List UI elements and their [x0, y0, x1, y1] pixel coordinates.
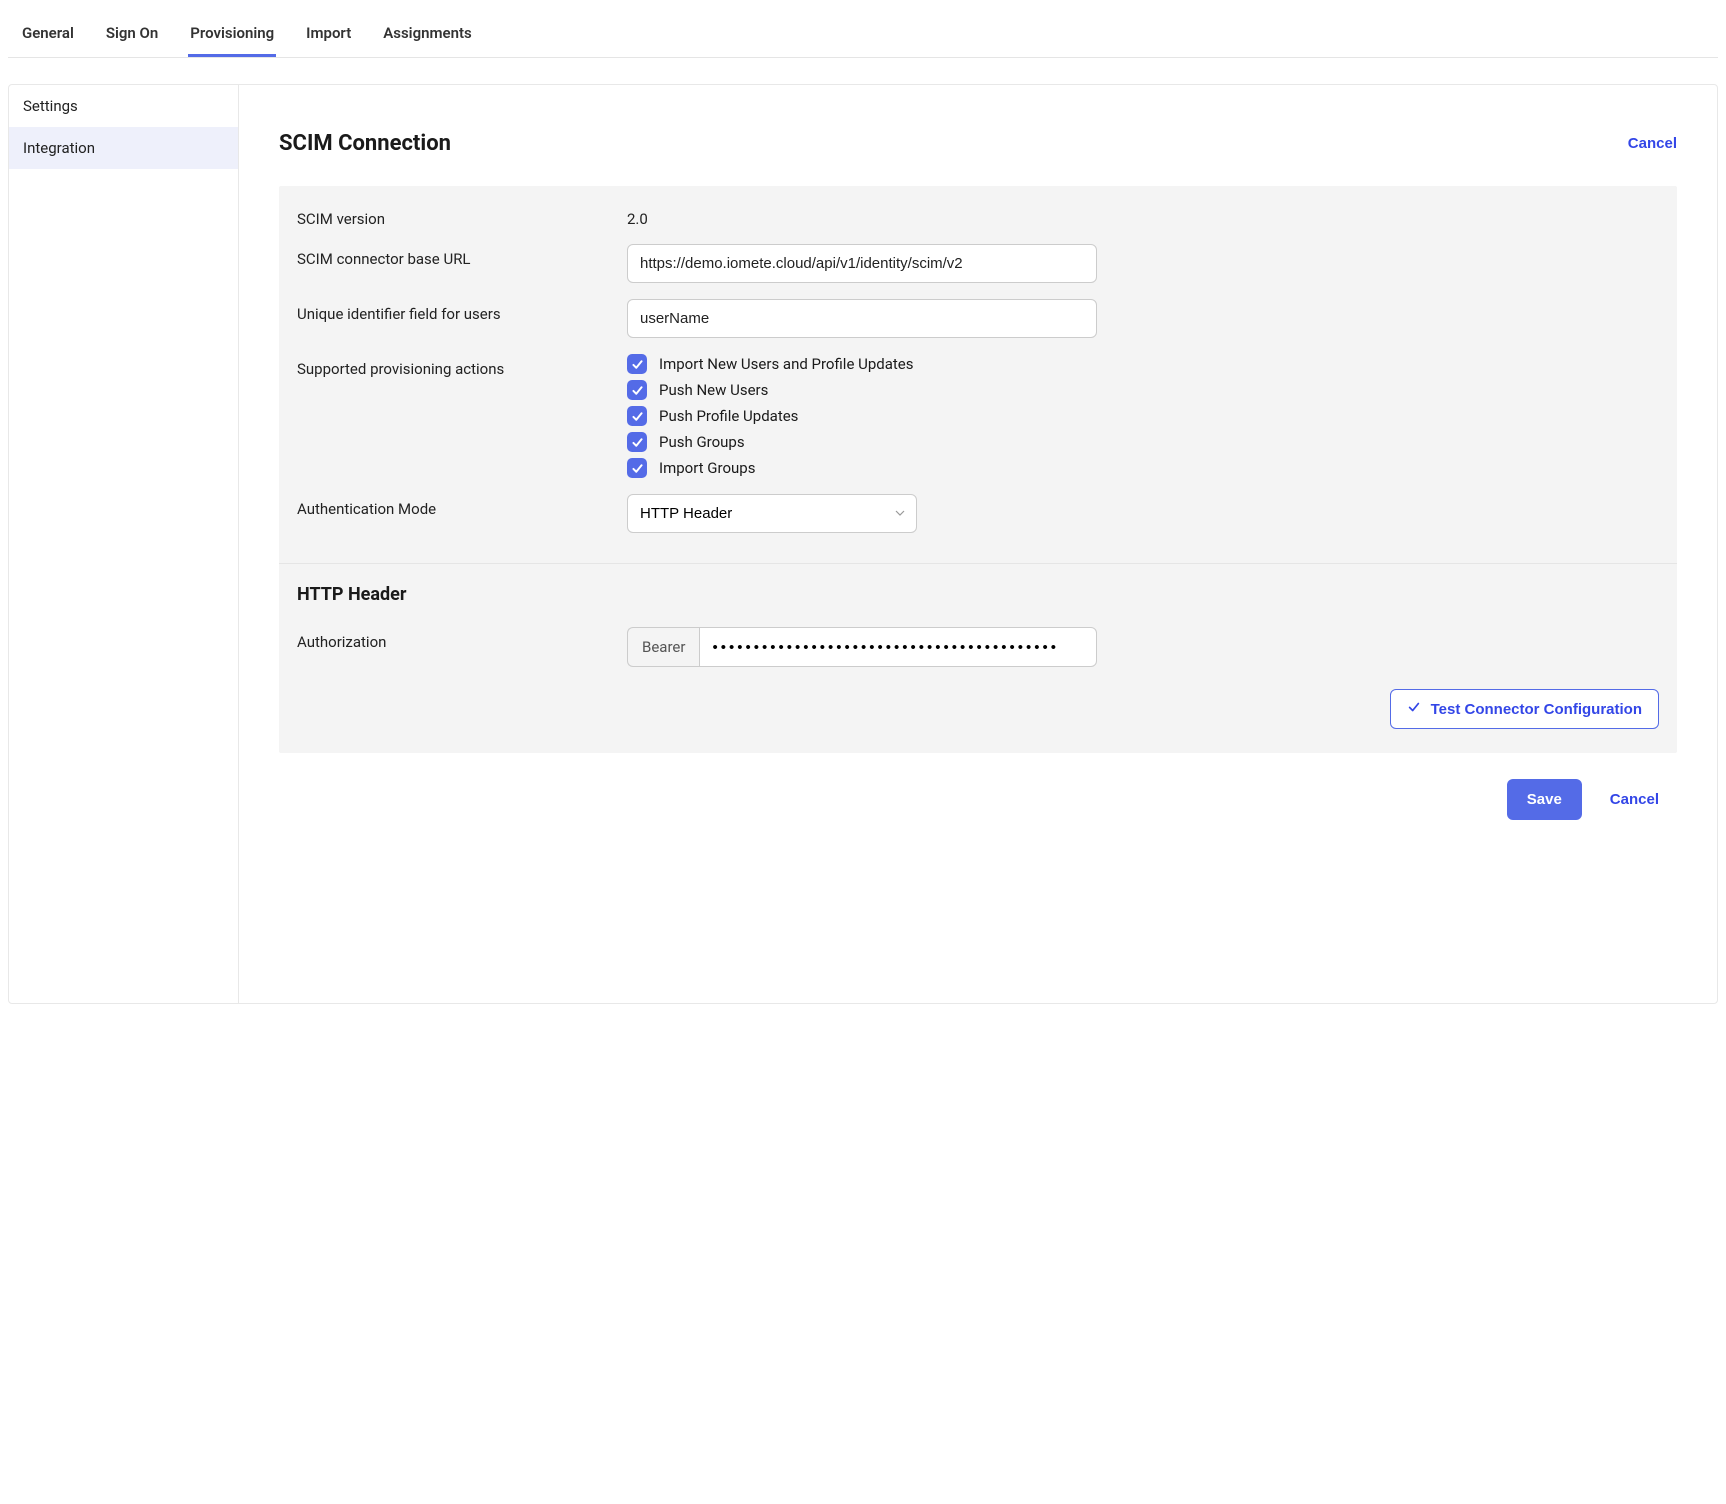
- row-uid: Unique identifier field for users: [279, 283, 1677, 338]
- divider: [279, 563, 1677, 564]
- sidebar: Settings Integration: [9, 85, 239, 1003]
- auth-mode-select-wrap: HTTP Header: [627, 494, 917, 533]
- label-uid: Unique identifier field for users: [297, 299, 607, 323]
- actions-list: Import New Users and Profile Updates Pus…: [627, 354, 1659, 478]
- sidebar-item-settings[interactable]: Settings: [9, 85, 238, 127]
- action-import-users[interactable]: Import New Users and Profile Updates: [627, 354, 1659, 374]
- cancel-link-top[interactable]: Cancel: [1628, 135, 1677, 152]
- action-push-profile[interactable]: Push Profile Updates: [627, 406, 1659, 426]
- main-content: SCIM Connection Cancel SCIM version 2.0 …: [239, 85, 1717, 1003]
- action-label: Push New Users: [659, 381, 768, 399]
- label-scim-version: SCIM version: [297, 204, 607, 228]
- checkbox-checked-icon: [627, 432, 647, 452]
- row-auth-mode: Authentication Mode HTTP Header: [279, 478, 1677, 533]
- test-row: Test Connector Configuration: [279, 667, 1677, 729]
- content-panel: Settings Integration SCIM Connection Can…: [8, 84, 1718, 1004]
- footer-row: Save Cancel: [279, 753, 1677, 820]
- row-base-url: SCIM connector base URL: [279, 228, 1677, 283]
- input-bearer-token[interactable]: [699, 627, 1097, 667]
- action-push-groups[interactable]: Push Groups: [627, 432, 1659, 452]
- bearer-addon: Bearer: [627, 627, 699, 667]
- tab-sign-on[interactable]: Sign On: [104, 18, 160, 57]
- tab-general[interactable]: General: [20, 18, 76, 57]
- tab-provisioning[interactable]: Provisioning: [188, 18, 276, 57]
- test-connector-label: Test Connector Configuration: [1431, 701, 1642, 718]
- cancel-button[interactable]: Cancel: [1610, 791, 1659, 808]
- http-header-title: HTTP Header: [279, 584, 1677, 615]
- row-actions: Supported provisioning actions Import Ne…: [279, 338, 1677, 478]
- label-base-url: SCIM connector base URL: [297, 244, 607, 268]
- checkbox-checked-icon: [627, 458, 647, 478]
- action-import-groups[interactable]: Import Groups: [627, 458, 1659, 478]
- action-label: Push Groups: [659, 433, 745, 451]
- auth-input-group: Bearer: [627, 627, 1097, 667]
- save-button[interactable]: Save: [1507, 779, 1582, 820]
- action-label: Import Groups: [659, 459, 755, 477]
- input-base-url[interactable]: [627, 244, 1097, 283]
- checkbox-checked-icon: [627, 406, 647, 426]
- test-connector-button[interactable]: Test Connector Configuration: [1390, 689, 1659, 729]
- tab-assignments[interactable]: Assignments: [381, 18, 473, 57]
- checkbox-checked-icon: [627, 380, 647, 400]
- form-block: SCIM version 2.0 SCIM connector base URL…: [279, 186, 1677, 753]
- check-icon: [1407, 700, 1421, 718]
- label-authorization: Authorization: [297, 627, 607, 651]
- label-actions: Supported provisioning actions: [297, 354, 607, 378]
- sidebar-item-integration[interactable]: Integration: [9, 127, 238, 169]
- action-label: Import New Users and Profile Updates: [659, 355, 914, 373]
- row-scim-version: SCIM version 2.0: [279, 186, 1677, 228]
- row-authorization: Authorization Bearer: [279, 615, 1677, 667]
- value-scim-version: 2.0: [627, 204, 1659, 228]
- action-label: Push Profile Updates: [659, 407, 798, 425]
- page-title: SCIM Connection: [279, 131, 451, 156]
- title-row: SCIM Connection Cancel: [279, 131, 1677, 156]
- action-push-users[interactable]: Push New Users: [627, 380, 1659, 400]
- auth-mode-select[interactable]: HTTP Header: [627, 494, 917, 533]
- label-auth-mode: Authentication Mode: [297, 494, 607, 518]
- top-tabs: General Sign On Provisioning Import Assi…: [8, 8, 1718, 58]
- checkbox-checked-icon: [627, 354, 647, 374]
- tab-import[interactable]: Import: [304, 18, 353, 57]
- input-uid[interactable]: [627, 299, 1097, 338]
